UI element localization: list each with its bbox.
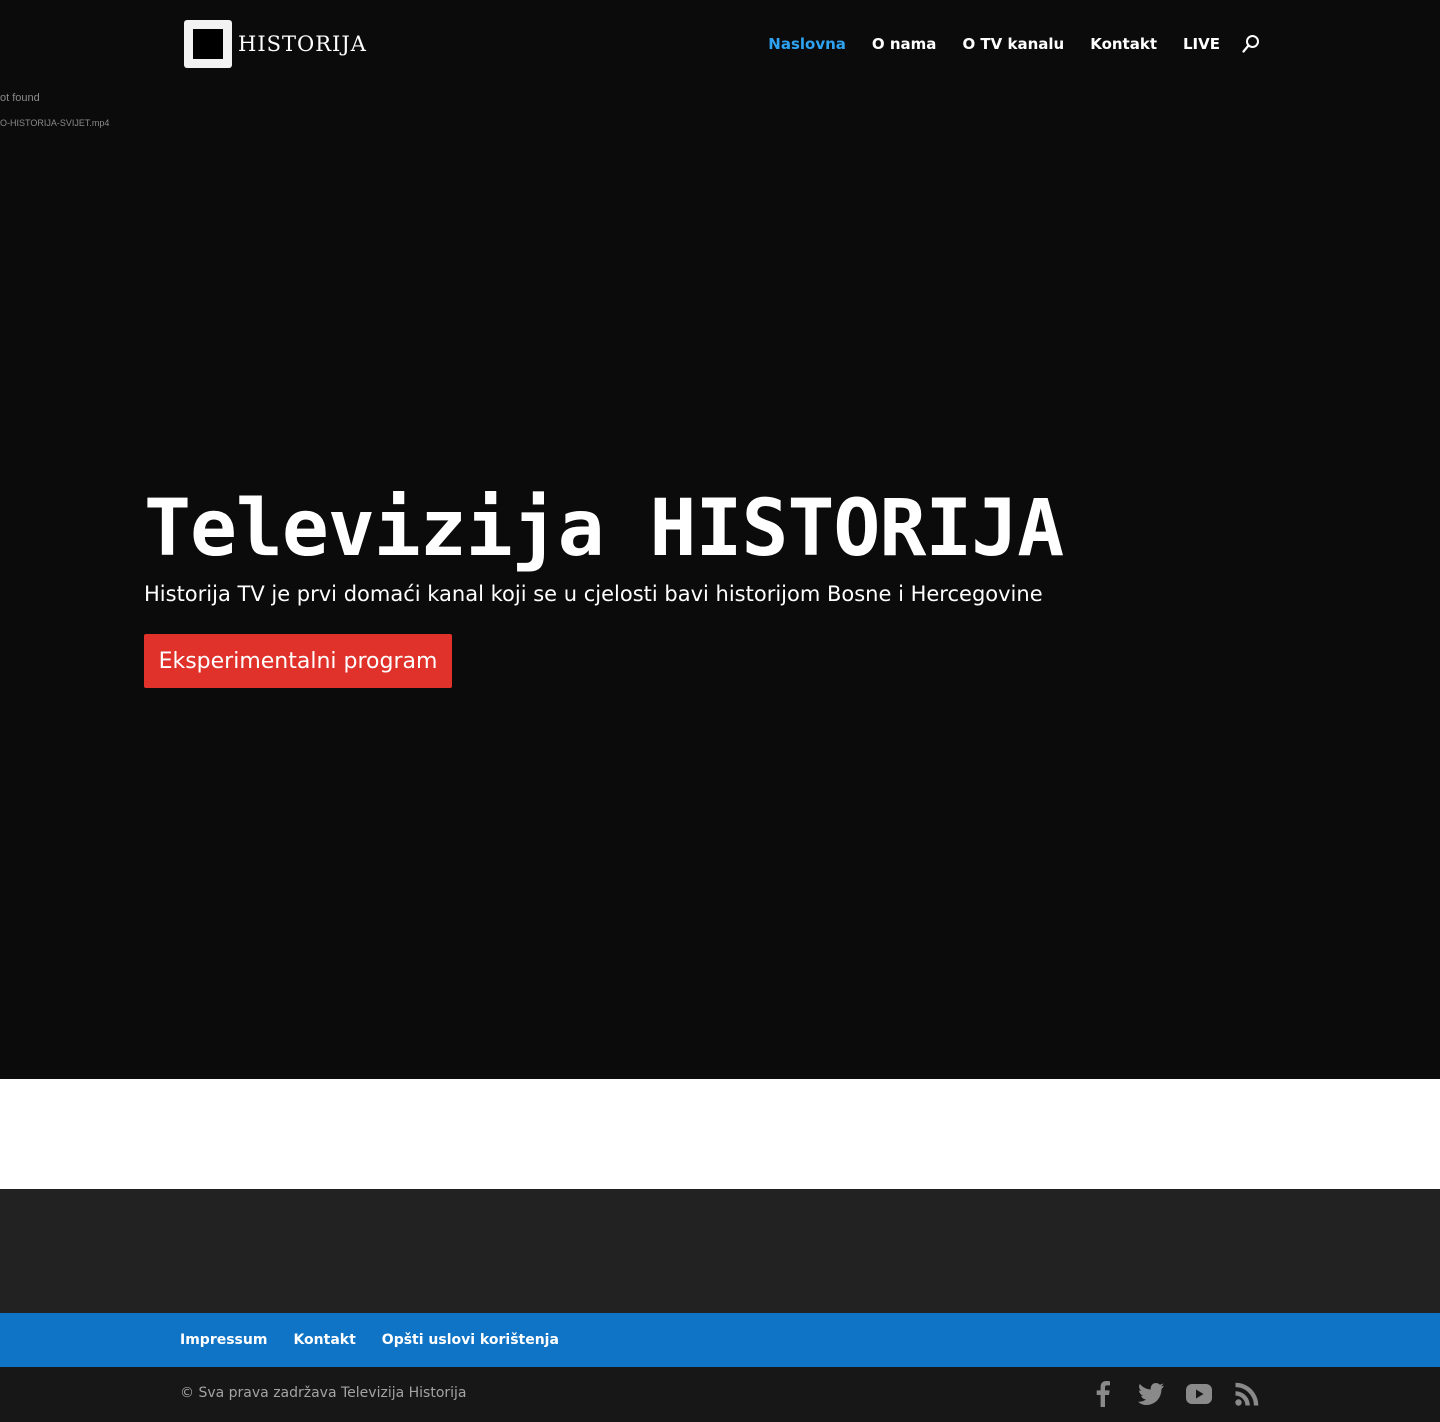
logo-mark — [184, 20, 232, 68]
nav-item-kontakt[interactable]: Kontakt — [1090, 35, 1157, 53]
rss-icon[interactable] — [1234, 1381, 1260, 1407]
footer-bottom-bar: © Sva prava zadržava Televizija Historij… — [0, 1367, 1440, 1422]
facebook-icon[interactable] — [1090, 1381, 1116, 1407]
nav-item-o-nama[interactable]: O nama — [872, 35, 937, 53]
site-logo[interactable]: HISTORIJA — [184, 20, 367, 68]
social-links — [1068, 1381, 1260, 1407]
video-error-text: ot found — [0, 92, 40, 104]
hero-subtitle: Historija TV je prvi domaći kanal koji s… — [144, 582, 1043, 606]
hero-title: Televizija HISTORIJA — [144, 484, 1064, 574]
hero-section: ot found O-HISTORIJA-SVIJET.mp4 Televizi… — [0, 88, 1440, 1079]
nav-item-live[interactable]: LIVE — [1183, 35, 1220, 53]
footer-link-kontakt[interactable]: Kontakt — [293, 1332, 355, 1348]
footer-widgets — [0, 1189, 1440, 1313]
copyright-text: © Sva prava zadržava Televizija Historij… — [180, 1385, 467, 1401]
footer-nav: Impressum Kontakt Opšti uslovi korištenj… — [0, 1313, 1440, 1367]
content-spacer — [0, 1079, 1440, 1189]
nav-item-naslovna[interactable]: Naslovna — [768, 35, 846, 53]
logo-text: HISTORIJA — [238, 32, 367, 56]
site-header: HISTORIJA Naslovna O nama O TV kanalu Ko… — [0, 0, 1440, 88]
footer-link-impressum[interactable]: Impressum — [180, 1332, 267, 1348]
experimental-program-button[interactable]: Eksperimentalni program — [144, 634, 452, 688]
youtube-icon[interactable] — [1186, 1381, 1212, 1407]
footer-link-terms[interactable]: Opšti uslovi korištenja — [382, 1332, 559, 1348]
video-file-name: O-HISTORIJA-SVIJET.mp4 — [0, 118, 110, 128]
nav-item-o-tv-kanalu[interactable]: O TV kanalu — [962, 35, 1064, 53]
twitter-icon[interactable] — [1138, 1381, 1164, 1407]
main-nav: Naslovna O nama O TV kanalu Kontakt LIVE — [742, 34, 1260, 54]
search-icon[interactable] — [1242, 34, 1260, 54]
